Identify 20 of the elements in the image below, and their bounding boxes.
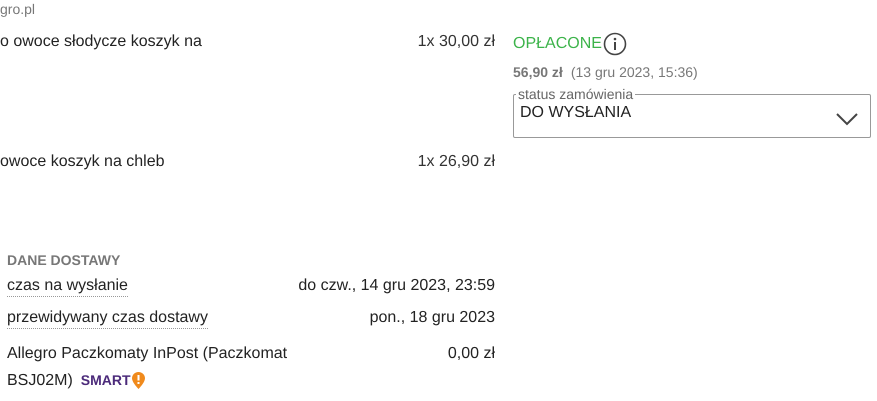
smart-label: SMART bbox=[80, 371, 131, 390]
delivery-label[interactable]: przewidywany czas dostawy bbox=[7, 308, 208, 329]
delivery-method: Allegro Paczkomaty InPost (Paczkomat BSJ02M) SMART bbox=[7, 341, 337, 394]
chevron-down-icon bbox=[836, 113, 858, 126]
info-icon[interactable] bbox=[602, 32, 627, 56]
payment-status: OPŁACONE bbox=[513, 35, 602, 53]
item-price: 1x 26,90 zł bbox=[418, 153, 495, 171]
delivery-label[interactable]: czas na wysłanie bbox=[7, 276, 128, 297]
order-amount: 56,90 zł bbox=[513, 64, 563, 80]
delivery-value: do czw., 14 gru 2023, 23:59 bbox=[298, 277, 495, 295]
pin-icon bbox=[132, 372, 145, 388]
delivery-value: pon., 18 gru 2023 bbox=[370, 309, 495, 327]
section-title: DANE DOSTAWY bbox=[7, 251, 122, 270]
order-date: (13 gru 2023, 15:36) bbox=[570, 64, 698, 80]
seller-name: gro.pl bbox=[0, 0, 36, 19]
item-name: owoce koszyk na chleb bbox=[0, 153, 165, 171]
item-price: 1x 30,00 zł bbox=[418, 33, 495, 51]
delivery-price: 0,00 zł bbox=[448, 344, 495, 364]
status-select[interactable]: status zamówienia DO WYSŁANIA bbox=[513, 88, 871, 138]
item-name: o owoce słodycze koszyk na bbox=[0, 33, 202, 51]
